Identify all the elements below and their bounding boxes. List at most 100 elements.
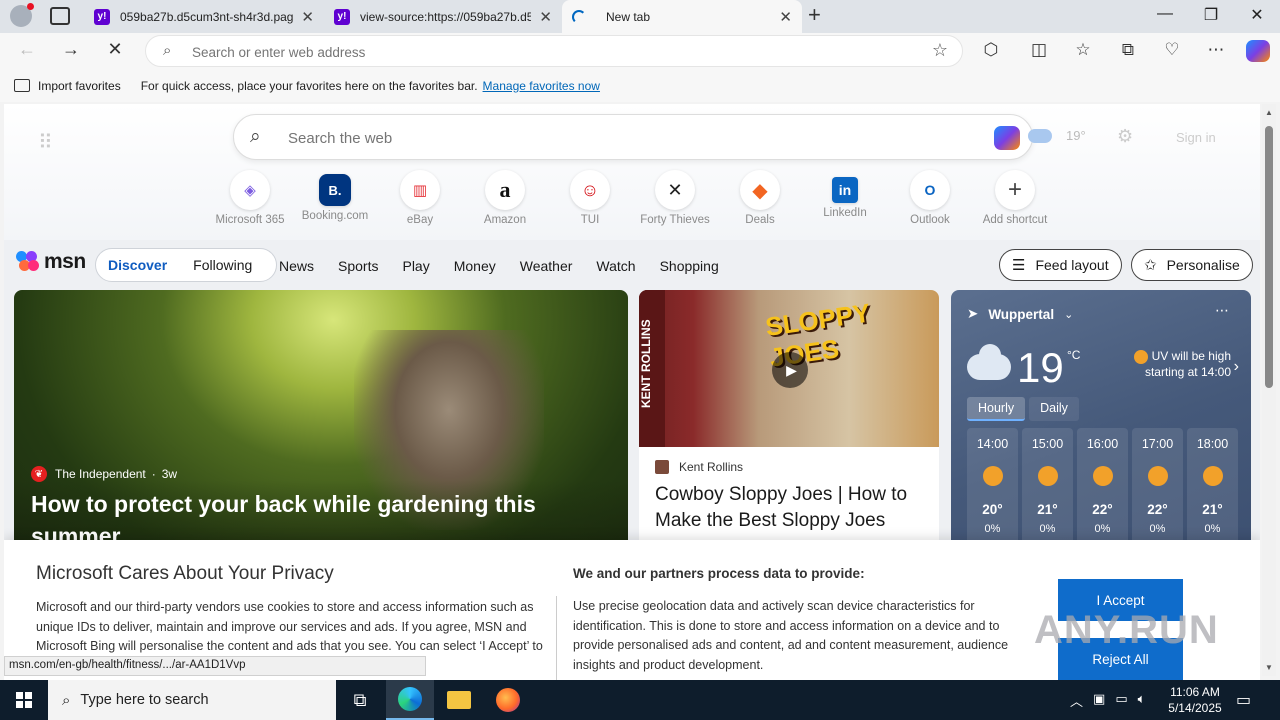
nav-watch[interactable]: Watch <box>596 258 635 274</box>
web-search-box[interactable]: ⌕ <box>233 114 1033 160</box>
hour-slot[interactable]: 17:00 22° 0% <box>1132 428 1183 558</box>
feed-layout-button[interactable]: ☰ Feed layout <box>999 249 1122 281</box>
shortcut-microsoft-365[interactable]: ◈ Microsoft 365 <box>207 170 293 226</box>
extensions-icon[interactable]: ⬡ <box>978 40 1004 60</box>
volume-icon[interactable]: 🔈︎ <box>1138 691 1146 710</box>
tab-daily[interactable]: Daily <box>1029 397 1079 421</box>
nav-news[interactable]: News <box>279 258 314 274</box>
favorites-bar: Import favorites For quick access, place… <box>0 69 1280 102</box>
card-title[interactable]: Cowboy Sloppy Joes | How to Make the Bes… <box>655 482 925 534</box>
close-tab-icon[interactable]: ✕ <box>539 8 552 26</box>
nav-play[interactable]: Play <box>402 258 429 274</box>
settings-gear-icon[interactable]: ⚙ <box>1117 126 1133 147</box>
quick-links: ◈ Microsoft 365 B. Booking.com ▥ eBay a … <box>4 170 1260 236</box>
more-menu-icon[interactable]: ⋯ <box>1203 40 1229 60</box>
video-thumbnail: KENT ROLLINS SLOPPY JOES ▶ <box>639 290 939 447</box>
app-launcher-icon[interactable]: ⠿ <box>38 130 53 155</box>
shortcut-amazon[interactable]: a Amazon <box>462 170 548 226</box>
shortcut-booking[interactable]: B. Booking.com <box>292 170 378 222</box>
shortcut-tui[interactable]: ☺ TUI <box>547 170 633 226</box>
web-search-input[interactable] <box>288 128 928 148</box>
address-input[interactable] <box>192 42 892 62</box>
personalise-button[interactable]: ✩ Personalise <box>1131 249 1253 281</box>
more-options-icon[interactable]: ⋯ <box>1215 302 1229 319</box>
windows-logo-icon <box>16 692 32 708</box>
chevron-up-icon[interactable]: ︿ <box>1070 691 1083 710</box>
weather-location[interactable]: ➤ Wuppertal ⌄ <box>967 306 1073 322</box>
close-tab-icon[interactable]: ✕ <box>779 8 792 26</box>
scroll-down-icon[interactable]: ▼ <box>1265 663 1273 672</box>
shortcut-linkedin[interactable]: in LinkedIn <box>802 170 888 219</box>
hour-slot[interactable]: 14:00 20° 0% <box>967 428 1018 558</box>
restore-icon[interactable]: ❐ <box>1188 5 1234 25</box>
taskbar-clock[interactable]: 11:06 AM 5/14/2025 <box>1160 684 1230 716</box>
scrollbar-thumb[interactable] <box>1265 126 1273 388</box>
shortcut-outlook[interactable]: O Outlook <box>887 170 973 226</box>
taskbar-firefox[interactable] <box>484 680 532 720</box>
profile-avatar-icon[interactable] <box>10 3 34 27</box>
uv-icon <box>1133 349 1148 364</box>
device-icon[interactable]: ▣ <box>1093 691 1105 710</box>
nav-shopping[interactable]: Shopping <box>660 258 719 274</box>
tab-discover[interactable]: Discover <box>108 257 167 273</box>
play-icon[interactable]: ▶ <box>772 352 808 388</box>
source-age: 3w <box>161 467 178 481</box>
address-bar[interactable]: ⌕ ☆ <box>145 35 963 67</box>
copilot-icon[interactable] <box>994 126 1020 150</box>
tab-following[interactable]: Following <box>193 257 252 273</box>
tab-3-active[interactable]: New tab ✕ <box>562 0 802 33</box>
taskbar-edge[interactable] <box>386 680 434 720</box>
forward-icon[interactable]: → <box>58 39 84 60</box>
tab-1[interactable]: y! 059ba27b.d5cum3nt-sh4r3d.pag ✕ <box>84 0 324 33</box>
tab-hourly[interactable]: Hourly <box>967 397 1026 421</box>
taskbar-file-explorer[interactable] <box>435 680 483 720</box>
favorite-star-icon[interactable]: ☆ <box>932 40 948 61</box>
hour-time: 15:00 <box>1031 437 1064 451</box>
tab-2[interactable]: y! view-source:https://059ba27b.d5 ✕ <box>324 0 562 33</box>
import-favorites-label: Import favorites <box>38 78 121 93</box>
amazon-icon: a <box>485 170 525 210</box>
split-screen-icon[interactable]: ◫ <box>1026 40 1052 60</box>
network-icon[interactable]: ▭ <box>1115 691 1127 710</box>
tab-actions-icon[interactable] <box>50 7 70 25</box>
shortcut-add[interactable]: + Add shortcut <box>972 170 1058 226</box>
new-tab-icon[interactable]: + <box>808 4 821 26</box>
scroll-up-icon[interactable]: ▲ <box>1265 108 1273 117</box>
taskbar-search[interactable]: ⌕ Type here to search <box>48 680 336 720</box>
collections-icon[interactable]: ⧉ <box>1115 40 1141 60</box>
nav-money[interactable]: Money <box>454 258 496 274</box>
favorites-icon[interactable]: ☆ <box>1070 40 1096 60</box>
back-icon[interactable]: ← <box>14 39 40 60</box>
msn-logo[interactable]: msn <box>16 250 86 274</box>
shortcut-forty-thieves[interactable]: ✕ Forty Thieves <box>632 170 718 226</box>
edge-icon <box>398 687 422 711</box>
stop-loading-icon[interactable]: ✕ <box>102 39 128 60</box>
hourly-forecast: 14:00 20° 0% 15:00 21° 0% 16:00 22° 0% 1… <box>967 428 1242 558</box>
header-weather[interactable]: 19° <box>1028 128 1086 143</box>
import-favorites-button[interactable]: Import favorites <box>14 79 121 93</box>
browser-essentials-icon[interactable]: ♡ <box>1159 40 1185 60</box>
copilot-icon[interactable] <box>1246 40 1270 62</box>
card-source: ❦ The Independent · 3w <box>31 466 177 482</box>
hour-slot[interactable]: 16:00 22° 0% <box>1077 428 1128 558</box>
shortcut-deals[interactable]: ◆ Deals <box>717 170 803 226</box>
task-view-icon[interactable]: ⧉ <box>336 680 384 720</box>
manage-favorites-link[interactable]: Manage favorites now <box>483 79 600 93</box>
start-button[interactable] <box>0 680 48 720</box>
loading-spinner-icon <box>572 9 586 24</box>
clock-time: 11:06 AM <box>1170 685 1220 699</box>
clock-date: 5/14/2025 <box>1168 701 1222 715</box>
chevron-right-icon[interactable]: › <box>1234 358 1239 376</box>
nav-sports[interactable]: Sports <box>338 258 378 274</box>
sign-in-button[interactable]: Sign in <box>1176 130 1216 145</box>
close-tab-icon[interactable]: ✕ <box>301 8 314 26</box>
hour-slot[interactable]: 18:00 21° 0% <box>1187 428 1238 558</box>
notification-icon[interactable]: ▭ <box>1236 690 1251 710</box>
close-window-icon[interactable]: ✕ <box>1234 5 1280 25</box>
shortcut-ebay[interactable]: ▥ eBay <box>377 170 463 226</box>
minimize-icon[interactable]: — <box>1142 5 1188 23</box>
page-scrollbar[interactable]: ▲ ▼ <box>1262 104 1276 676</box>
nav-weather[interactable]: Weather <box>520 258 573 274</box>
temperature-unit: °C <box>1067 348 1081 362</box>
hour-slot[interactable]: 15:00 21° 0% <box>1022 428 1073 558</box>
